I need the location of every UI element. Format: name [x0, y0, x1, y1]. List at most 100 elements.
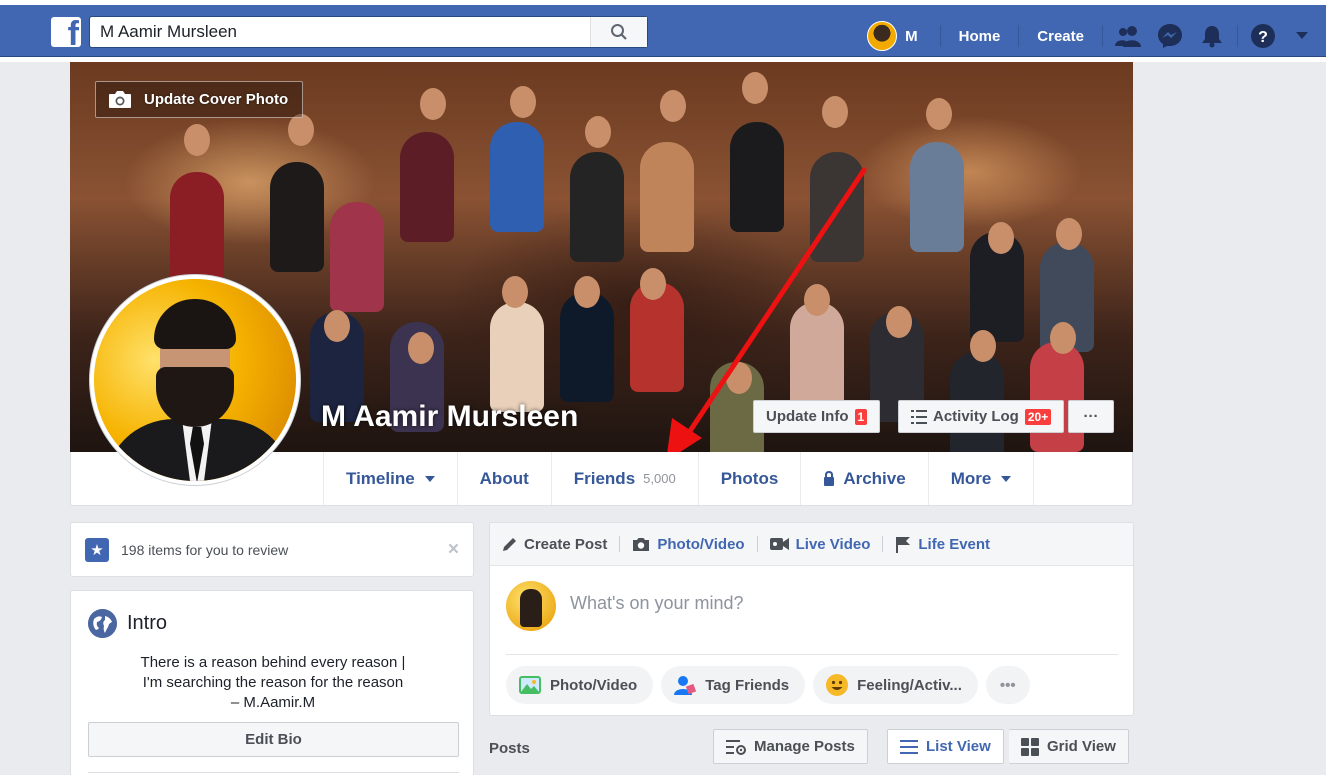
tab-archive[interactable]: Archive: [800, 452, 927, 505]
photo-video-pill[interactable]: Photo/Video: [506, 666, 654, 704]
messenger-button[interactable]: [1149, 15, 1191, 57]
cover-face: [510, 86, 536, 118]
notifications-button[interactable]: [1191, 15, 1233, 57]
cover-face: [886, 306, 912, 338]
tab-timeline-label: Timeline: [346, 468, 415, 488]
globe-icon: [88, 609, 117, 638]
nav-divider: [1018, 25, 1020, 47]
live-video-tab[interactable]: Live Video: [769, 535, 883, 553]
profile-name[interactable]: M Aamir Mursleen: [321, 400, 578, 434]
facebook-logo-icon[interactable]: f: [51, 17, 81, 47]
pencil-icon: [503, 537, 516, 551]
cover-face: [640, 268, 666, 300]
review-card[interactable]: ★ 198 items for you to review ×: [70, 522, 474, 577]
caret-down-icon: [424, 475, 435, 482]
update-info-badge: 1: [854, 408, 868, 425]
photo-video-pill-label: Photo/Video: [550, 676, 638, 694]
tag-friends-pill[interactable]: Tag Friends: [661, 666, 806, 704]
feeling-activity-pill[interactable]: Feeling/Activ...: [813, 666, 978, 704]
friend-requests-button[interactable]: [1107, 15, 1149, 57]
cover-figure: [640, 142, 694, 252]
cover-figure: [910, 142, 964, 252]
tab-divider: [882, 536, 884, 552]
cover-face: [1050, 322, 1076, 354]
cover-face: [742, 72, 768, 104]
more-dots-label: ···: [1083, 408, 1099, 425]
cover-face: [804, 284, 830, 316]
more-options-label: •••: [999, 676, 1016, 694]
live-video-tab-label: Live Video: [795, 535, 871, 553]
tab-more[interactable]: More: [927, 452, 1035, 505]
cover-more-button[interactable]: ···: [1068, 400, 1114, 433]
tab-friends-label: Friends: [573, 468, 636, 488]
tab-photos-label: Photos: [720, 468, 779, 488]
update-cover-photo-button[interactable]: Update Cover Photo: [95, 81, 303, 118]
feeling-activity-pill-label: Feeling/Activ...: [857, 676, 962, 694]
nav-home-link[interactable]: Home: [945, 28, 1015, 45]
caret-down-icon: [1001, 475, 1012, 482]
composer-tabs: Create Post Photo/Video Live Video Life …: [490, 523, 1133, 566]
tab-photos[interactable]: Photos: [697, 452, 801, 505]
tab-about[interactable]: About: [456, 452, 551, 505]
search-input[interactable]: [90, 17, 590, 47]
list-icon: [911, 409, 927, 424]
list-view-icon: [900, 739, 918, 754]
cover-figure: [490, 302, 544, 412]
nav-divider: [1102, 25, 1103, 47]
intro-divider: [88, 772, 459, 773]
cover-figure: [560, 292, 614, 402]
activity-log-button[interactable]: Activity Log 20+: [898, 400, 1065, 433]
cover-face: [184, 124, 210, 156]
activity-log-label: Activity Log: [933, 408, 1019, 425]
life-event-tab[interactable]: Life Event: [895, 536, 1002, 553]
posts-heading: Posts: [489, 740, 530, 757]
cover-face: [970, 330, 996, 362]
manage-posts-icon: [726, 739, 746, 755]
tab-divider: [756, 536, 758, 552]
star-icon: ★: [85, 537, 109, 562]
bell-icon: [1202, 26, 1222, 48]
composer-divider: [506, 654, 1118, 655]
nav-avatar[interactable]: [867, 21, 898, 51]
nav-user-name[interactable]: M: [905, 28, 918, 45]
more-options-pill[interactable]: •••: [985, 666, 1030, 704]
cover-face: [324, 310, 350, 342]
help-button[interactable]: ?: [1242, 15, 1284, 57]
tab-friends[interactable]: Friends 5,000: [550, 452, 698, 505]
nav-divider: [1237, 25, 1238, 47]
manage-posts-label: Manage Posts: [754, 738, 855, 755]
bio-line: There is a reason behind every reason |: [140, 654, 406, 671]
svg-text:?: ?: [1258, 29, 1268, 46]
tab-more-label: More: [950, 468, 992, 488]
grid-view-button[interactable]: Grid View: [1009, 729, 1129, 764]
intro-card: Intro There is a reason behind every rea…: [70, 590, 474, 775]
edit-bio-button[interactable]: Edit Bio: [88, 722, 459, 757]
nav-create-link[interactable]: Create: [1023, 28, 1098, 45]
cover-face: [822, 96, 848, 128]
account-menu-button[interactable]: [1284, 15, 1320, 57]
update-info-button[interactable]: Update Info 1: [753, 400, 881, 433]
tag-friends-pill-label: Tag Friends: [705, 676, 790, 694]
grid-view-label: Grid View: [1047, 738, 1116, 755]
smiley-icon: [826, 674, 849, 696]
profile-picture[interactable]: [90, 275, 300, 485]
intro-title: Intro: [127, 612, 168, 634]
composer-input[interactable]: What's on your mind?: [570, 593, 744, 614]
friends-count: 5,000: [643, 471, 676, 486]
manage-posts-button[interactable]: Manage Posts: [713, 729, 868, 764]
cover-face: [502, 276, 528, 308]
close-icon[interactable]: ×: [448, 539, 459, 561]
create-post-tab[interactable]: Create Post: [502, 536, 619, 553]
cover-face: [408, 332, 434, 364]
intro-header: Intro: [88, 609, 167, 638]
help-icon: ?: [1251, 24, 1275, 48]
composer-avatar[interactable]: [506, 581, 556, 631]
cover-face: [988, 222, 1014, 254]
list-view-button[interactable]: List View: [887, 729, 1004, 764]
photo-video-tab[interactable]: Photo/Video: [632, 536, 756, 553]
tab-timeline[interactable]: Timeline: [323, 452, 457, 505]
bio-line: I'm searching the reason for the reason: [142, 674, 404, 691]
search-button[interactable]: [590, 17, 647, 47]
create-post-label: Create Post: [524, 535, 608, 553]
grid-view-icon: [1021, 737, 1039, 756]
